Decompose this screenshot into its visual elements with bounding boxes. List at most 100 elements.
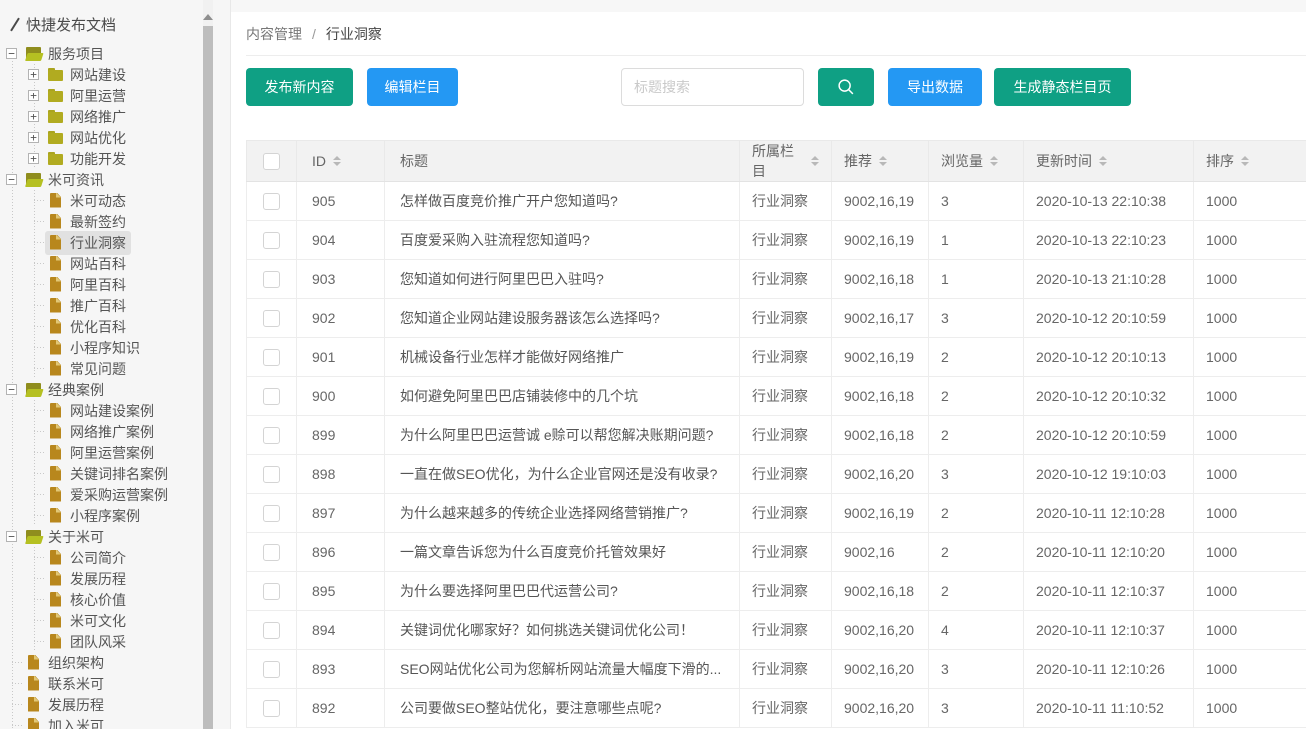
row-updated: 2020-10-13 22:10:38 — [1024, 182, 1194, 221]
row-checkbox[interactable] — [263, 271, 280, 288]
column-header-updated[interactable]: 更新时间 — [1024, 141, 1194, 182]
column-header-views[interactable]: 浏览量 — [929, 141, 1024, 182]
scrollbar-thumb[interactable] — [203, 26, 213, 729]
tree-node[interactable]: 常见问题 — [0, 358, 203, 379]
row-recommend: 9002,16,19 — [832, 221, 929, 260]
folder-closed-icon — [47, 151, 65, 167]
tree-node[interactable]: − 关于米可 — [0, 526, 203, 547]
row-recommend: 9002,16,19 — [832, 494, 929, 533]
column-header-recommend[interactable]: 推荐 — [832, 141, 929, 182]
tree-node[interactable]: + 网站优化 — [0, 127, 203, 148]
tree-expander-icon[interactable]: + — [28, 69, 39, 80]
tree-node[interactable]: + 阿里运营 — [0, 85, 203, 106]
tree-node[interactable]: 推广百科 — [0, 295, 203, 316]
column-header-id[interactable]: ID — [297, 141, 385, 182]
select-all-checkbox[interactable] — [263, 153, 280, 170]
search-button[interactable] — [818, 68, 874, 106]
tree-node-label: 网站优化 — [70, 128, 126, 148]
sidebar-scrollbar[interactable] — [203, 0, 213, 729]
row-checkbox[interactable] — [263, 466, 280, 483]
row-views: 2 — [929, 533, 1024, 572]
row-category: 行业洞察 — [740, 455, 832, 494]
tree-node[interactable]: − 服务项目 — [0, 43, 203, 64]
row-checkbox[interactable] — [263, 700, 280, 717]
row-checkbox[interactable] — [263, 310, 280, 327]
row-checkbox[interactable] — [263, 544, 280, 561]
scroll-up-arrow-icon[interactable] — [203, 14, 213, 22]
tree-expander-icon[interactable]: − — [6, 531, 17, 542]
title-search-input[interactable] — [621, 68, 804, 106]
tree-node[interactable]: 米可动态 — [0, 190, 203, 211]
sort-arrows-icon[interactable] — [1241, 156, 1249, 166]
export-data-button[interactable]: 导出数据 — [888, 68, 982, 106]
tree-node[interactable]: + 功能开发 — [0, 148, 203, 169]
row-sort: 1000 — [1194, 455, 1306, 494]
tree-expander-icon[interactable]: + — [28, 90, 39, 101]
sort-arrows-icon[interactable] — [1099, 156, 1107, 166]
tree-node[interactable]: 发展历程 — [0, 694, 203, 715]
sort-arrows-icon[interactable] — [990, 156, 998, 166]
row-checkbox[interactable] — [263, 505, 280, 522]
tree-node-label: 阿里运营 — [70, 86, 126, 106]
tree-node[interactable]: 核心价值 — [0, 589, 203, 610]
tree-node[interactable]: + 网站建设 — [0, 64, 203, 85]
row-recommend: 9002,16,20 — [832, 650, 929, 689]
row-checkbox[interactable] — [263, 388, 280, 405]
tree-node[interactable]: 最新签约 — [0, 211, 203, 232]
row-checkbox[interactable] — [263, 193, 280, 210]
publish-new-content-button[interactable]: 发布新内容 — [246, 68, 353, 106]
tree-node[interactable]: 发展历程 — [0, 568, 203, 589]
sort-arrows-icon[interactable] — [879, 156, 887, 166]
tree-node[interactable]: 网站百科 — [0, 253, 203, 274]
tree-node[interactable]: 小程序案例 — [0, 505, 203, 526]
tree-node[interactable]: − 经典案例 — [0, 379, 203, 400]
tree-node[interactable]: 网站建设案例 — [0, 400, 203, 421]
file-icon — [47, 256, 65, 272]
tree-node[interactable]: 关键词排名案例 — [0, 463, 203, 484]
tree-expander-icon[interactable]: + — [28, 153, 39, 164]
tree-expander-icon[interactable]: + — [28, 111, 39, 122]
row-id: 896 — [297, 533, 385, 572]
tree-expander-icon[interactable]: + — [28, 132, 39, 143]
tree-node[interactable]: 团队风采 — [0, 631, 203, 652]
row-sort: 1000 — [1194, 689, 1306, 728]
tree-expander-icon[interactable]: − — [6, 384, 17, 395]
tree-node[interactable]: 网络推广案例 — [0, 421, 203, 442]
file-icon — [47, 319, 65, 335]
column-header-sort[interactable]: 排序 — [1194, 141, 1306, 182]
tree-node[interactable]: 米可文化 — [0, 610, 203, 631]
tree-node[interactable]: 联系米可 — [0, 673, 203, 694]
breadcrumb-parent[interactable]: 内容管理 — [246, 24, 302, 44]
sort-arrows-icon[interactable] — [811, 156, 819, 166]
tree-expander-icon[interactable]: − — [6, 174, 17, 185]
tree-node[interactable]: 优化百科 — [0, 316, 203, 337]
tree-node-label: 核心价值 — [70, 590, 126, 610]
row-id: 895 — [297, 572, 385, 611]
row-checkbox[interactable] — [263, 349, 280, 366]
tree-node[interactable]: 阿里运营案例 — [0, 442, 203, 463]
row-checkbox[interactable] — [263, 427, 280, 444]
tree-node[interactable]: 爱采购运营案例 — [0, 484, 203, 505]
tree-node[interactable]: 加入米可 — [0, 715, 203, 729]
row-checkbox[interactable] — [263, 583, 280, 600]
tree-node[interactable]: 阿里百科 — [0, 274, 203, 295]
tree-node[interactable]: 公司简介 — [0, 547, 203, 568]
top-strip — [231, 0, 1306, 12]
file-icon — [47, 424, 65, 440]
tree-node[interactable]: + 网络推广 — [0, 106, 203, 127]
row-checkbox[interactable] — [263, 622, 280, 639]
row-checkbox[interactable] — [263, 661, 280, 678]
column-header-category[interactable]: 所属栏目 — [740, 141, 832, 182]
row-updated: 2020-10-12 20:10:13 — [1024, 338, 1194, 377]
tree-node[interactable]: 小程序知识 — [0, 337, 203, 358]
tree-node[interactable]: − 米可资讯 — [0, 169, 203, 190]
edit-column-button[interactable]: 编辑栏目 — [367, 68, 458, 106]
generate-static-page-button[interactable]: 生成静态栏目页 — [994, 68, 1131, 106]
tree-node[interactable]: 行业洞察 — [0, 232, 203, 253]
tree-node-label: 最新签约 — [70, 212, 126, 232]
row-id: 894 — [297, 611, 385, 650]
sort-arrows-icon[interactable] — [333, 156, 341, 166]
tree-expander-icon[interactable]: − — [6, 48, 17, 59]
row-checkbox[interactable] — [263, 232, 280, 249]
tree-node[interactable]: 组织架构 — [0, 652, 203, 673]
